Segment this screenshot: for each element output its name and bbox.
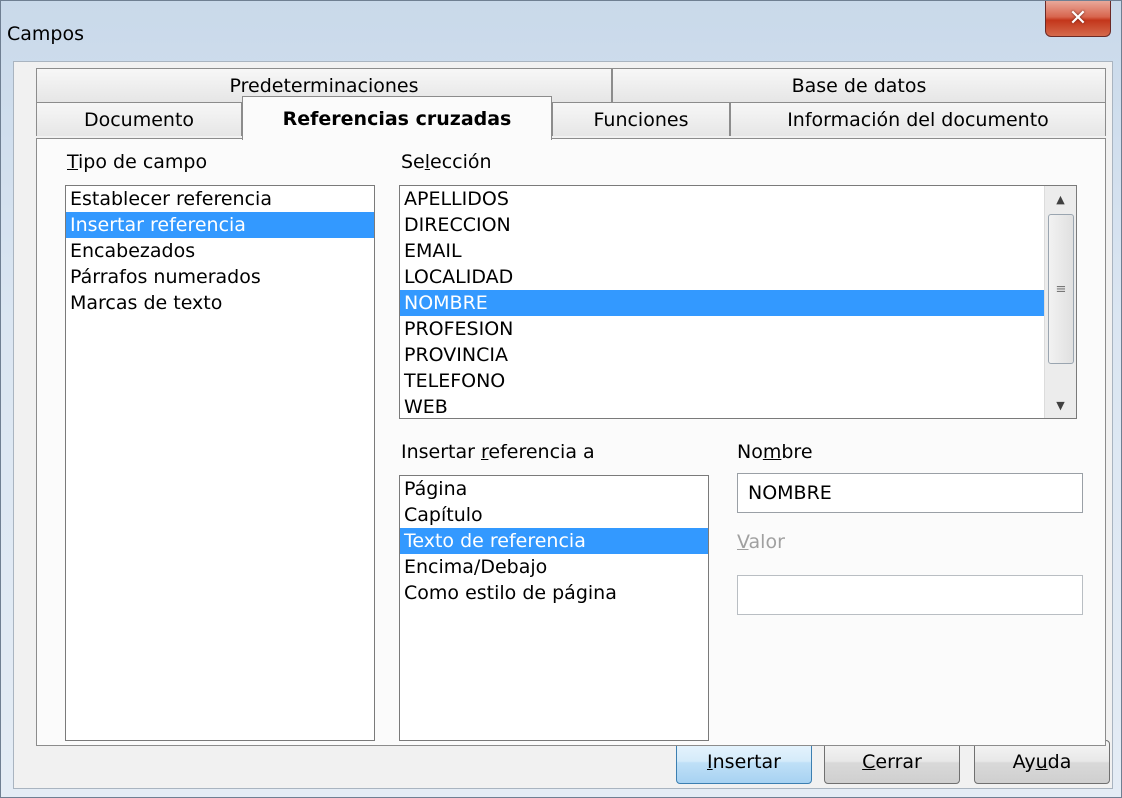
dialog-client-area: Predeterminaciones Base de datos Documen…: [13, 61, 1113, 789]
insertar-referencia-a-list[interactable]: Página Capítulo Texto de referencia Enci…: [399, 475, 709, 741]
seleccion-list[interactable]: APELLIDOS DIRECCION EMAIL LOCALIDAD NOMB…: [399, 185, 1077, 419]
nombre-field[interactable]: NOMBRE: [737, 473, 1083, 513]
cerrar-button[interactable]: Cerrar: [824, 740, 960, 784]
insertar-button-label: Insertar: [707, 751, 781, 773]
list-item[interactable]: Capítulo: [400, 502, 708, 528]
list-item[interactable]: Marcas de texto: [66, 290, 374, 316]
close-button[interactable]: ✕: [1045, 1, 1111, 37]
nombre-label: Nombre: [737, 441, 813, 463]
tipo-de-campo-label: Tipo de campo: [67, 151, 208, 173]
valor-field[interactable]: [737, 575, 1083, 615]
dialog-window: Campos ✕ Predeterminaciones Base de dato…: [0, 0, 1122, 798]
list-item[interactable]: Como estilo de página: [400, 580, 708, 606]
list-item[interactable]: DIRECCION: [400, 212, 1044, 238]
scroll-up-arrow-icon[interactable]: ▲: [1045, 186, 1076, 212]
seleccion-label: Selección: [401, 151, 492, 173]
list-item[interactable]: Texto de referencia: [400, 528, 708, 554]
list-item[interactable]: WEB: [400, 394, 1044, 418]
list-item[interactable]: Párrafos numerados: [66, 264, 374, 290]
window-title: Campos: [7, 23, 85, 45]
ayuda-button[interactable]: Ayuda: [974, 740, 1110, 784]
tab-informacion-del-documento[interactable]: Información del documento: [730, 102, 1106, 136]
insertar-referencia-a-label: Insertar referencia a: [401, 441, 595, 463]
list-item[interactable]: Página: [400, 476, 708, 502]
list-item[interactable]: TELEFONO: [400, 368, 1044, 394]
scroll-down-arrow-icon[interactable]: ▼: [1045, 392, 1076, 418]
list-item[interactable]: Insertar referencia: [66, 212, 374, 238]
tab-funciones[interactable]: Funciones: [552, 102, 730, 136]
tab-base-de-datos[interactable]: Base de datos: [612, 68, 1106, 102]
tipo-de-campo-list[interactable]: Establecer referencia Insertar referenci…: [65, 185, 375, 741]
list-item[interactable]: Establecer referencia: [66, 186, 374, 212]
cerrar-button-label: Cerrar: [862, 751, 922, 773]
list-item[interactable]: PROVINCIA: [400, 342, 1044, 368]
list-item[interactable]: NOMBRE: [400, 290, 1044, 316]
grip-icon: ≡: [1055, 281, 1067, 297]
list-item[interactable]: PROFESION: [400, 316, 1044, 342]
list-item[interactable]: Encima/Debajo: [400, 554, 708, 580]
seleccion-scrollbar[interactable]: ▲ ≡ ▼: [1044, 186, 1076, 418]
insertar-button[interactable]: Insertar: [676, 740, 812, 784]
ayuda-button-label: Ayuda: [1012, 751, 1072, 773]
scrollbar-thumb[interactable]: ≡: [1048, 214, 1074, 364]
valor-label: Valor: [737, 531, 785, 553]
list-item[interactable]: EMAIL: [400, 238, 1044, 264]
list-item[interactable]: LOCALIDAD: [400, 264, 1044, 290]
title-bar[interactable]: Campos ✕: [1, 1, 1121, 61]
tab-panel-referencias-cruzadas: Tipo de campo Establecer referencia Inse…: [36, 138, 1106, 746]
tab-referencias-cruzadas[interactable]: Referencias cruzadas: [242, 96, 552, 140]
list-item[interactable]: APELLIDOS: [400, 186, 1044, 212]
tab-documento[interactable]: Documento: [36, 102, 242, 136]
list-item[interactable]: Encabezados: [66, 238, 374, 264]
close-icon: ✕: [1068, 6, 1088, 31]
